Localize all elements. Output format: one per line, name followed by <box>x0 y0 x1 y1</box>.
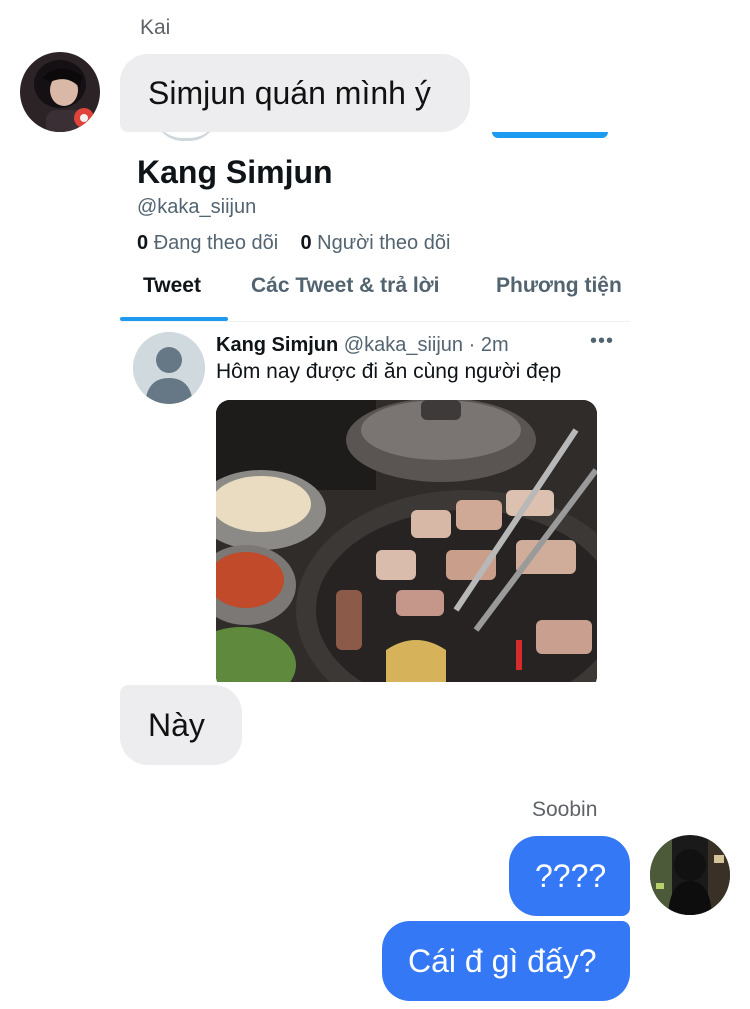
soobin-avatar[interactable] <box>650 835 730 915</box>
tweet-handle-time: @kaka_siijun · 2m <box>343 334 509 356</box>
kai-avatar[interactable] <box>20 52 100 132</box>
bbq-photo <box>216 400 597 682</box>
followers-label: Người theo dõi <box>317 232 451 254</box>
soobin-avatar-photo <box>650 835 730 915</box>
following-label: Đang theo dõi <box>153 232 279 254</box>
kai-message-bubble-2[interactable]: Này <box>120 685 242 765</box>
soobin-message-bubble-1[interactable]: ???? <box>509 836 630 916</box>
profile-handle: @kaka_siijun <box>137 196 257 218</box>
kai-message-bubble-1[interactable]: Simjun quán mình ý <box>120 54 470 132</box>
soobin-message-text-1: ???? <box>535 858 607 894</box>
profile-name: Kang Simjun <box>137 154 333 190</box>
tab-divider <box>120 321 630 322</box>
profile-tabs: Tweet Các Tweet & trả lời Phương tiện <box>120 272 630 320</box>
tab-tweet: Tweet <box>143 274 201 297</box>
sender-name-soobin: Soobin <box>532 798 598 821</box>
soobin-message-text-2: Cái đ gì đấy? <box>408 943 597 979</box>
tweet-photo <box>216 400 597 682</box>
following-count: 0 <box>137 232 149 254</box>
profile-avatar-edge <box>154 132 218 141</box>
followers-count: 0 <box>300 232 312 254</box>
tab-tweets-replies: Các Tweet & trả lời <box>251 274 440 297</box>
tweet-text: Hôm nay được đi ăn cùng người đẹp <box>216 360 562 383</box>
tweet-author-name: Kang Simjun <box>216 334 339 356</box>
profile-stats: 0 Đang theo dõi 0 Người theo dõi <box>137 232 450 255</box>
tab-media: Phương tiện <box>496 274 622 297</box>
soobin-message-bubble-2[interactable]: Cái đ gì đấy? <box>382 921 630 1001</box>
tweet-author-avatar <box>133 332 205 404</box>
default-user-icon <box>133 332 205 404</box>
sender-name-kai: Kai <box>140 16 171 39</box>
shared-screenshot[interactable]: Kang Simjun @kaka_siijun 0 Đang theo dõi… <box>120 132 630 682</box>
kai-message-text-1: Simjun quán mình ý <box>148 75 431 111</box>
edit-profile-button-edge <box>492 132 608 138</box>
more-icon: ••• <box>590 330 615 352</box>
kai-message-text-2: Này <box>148 707 205 743</box>
kai-avatar-photo <box>20 52 100 132</box>
tweet-author-line: Kang Simjun @kaka_siijun · 2m <box>216 334 509 357</box>
